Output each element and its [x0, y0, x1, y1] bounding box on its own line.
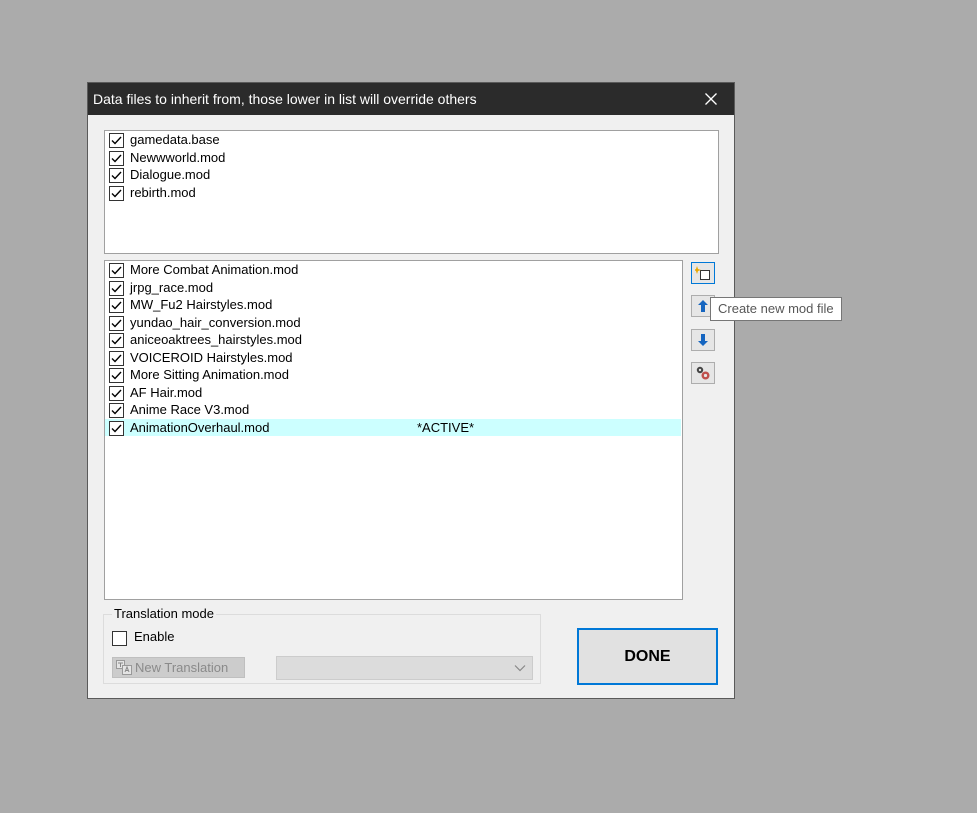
item-label: AF Hair.mod — [130, 384, 203, 400]
new-file-icon — [695, 266, 710, 280]
item-checkbox[interactable] — [109, 185, 124, 201]
list-item[interactable]: rebirth.mod — [105, 184, 718, 202]
done-button[interactable]: DONE — [577, 628, 718, 685]
language-select[interactable] — [276, 656, 533, 680]
list-item[interactable]: More Sitting Animation.mod — [105, 366, 682, 384]
list-item[interactable]: Dialogue.mod — [105, 166, 718, 184]
item-label: Anime Race V3.mod — [130, 402, 250, 417]
item-checkbox[interactable] — [109, 368, 124, 383]
close-button[interactable] — [688, 83, 734, 115]
new-translation-label: New Translation — [135, 660, 229, 675]
inherit-dialog: Data files to inherit from, those lower … — [87, 82, 842, 699]
item-label: Newwworld.mod — [130, 149, 226, 165]
item-label: yundao_hair_conversion.mod — [130, 314, 301, 330]
item-label: jrpg_race.mod — [130, 279, 214, 295]
item-checkbox[interactable] — [109, 350, 124, 366]
dialog-title: Data files to inherit from, those lower … — [93, 91, 477, 107]
item-label: More Combat Animation.mod — [130, 262, 299, 277]
item-label: More Sitting Animation.mod — [130, 367, 289, 382]
list-item[interactable]: More Combat Animation.mod — [105, 261, 682, 279]
translation-mode-title: Translation mode — [112, 606, 216, 621]
enable-checkbox[interactable] — [112, 631, 127, 646]
item-checkbox[interactable] — [109, 280, 124, 296]
item-label: gamedata.base — [130, 132, 220, 147]
move-down-button[interactable] — [691, 329, 715, 351]
item-checkbox[interactable] — [109, 420, 124, 436]
arrow-down-icon — [698, 334, 708, 346]
settings-gears-icon — [696, 366, 710, 380]
tooltip: Create new mod file — [710, 297, 842, 321]
item-checkbox[interactable] — [109, 133, 124, 148]
item-checkbox[interactable] — [109, 403, 124, 418]
item-checkbox[interactable] — [109, 385, 124, 401]
new-mod-file-button[interactable] — [691, 262, 715, 284]
chevron-down-icon — [514, 665, 526, 672]
item-label: AnimationOverhaul.mod — [130, 419, 270, 435]
enable-label[interactable]: Enable — [134, 629, 174, 644]
item-checkbox[interactable] — [109, 263, 124, 278]
item-label: aniceoaktrees_hairstyles.mod — [130, 332, 302, 347]
translation-mode-group: Translation mode Enable New Translation — [103, 606, 541, 684]
item-label: Dialogue.mod — [130, 167, 211, 182]
list-item[interactable]: yundao_hair_conversion.mod — [105, 314, 682, 332]
list-item[interactable]: AnimationOverhaul.mod *ACTIVE* — [105, 418, 681, 436]
arrow-up-icon — [698, 300, 708, 312]
item-label: MW_Fu2 Hairstyles.mod — [130, 297, 273, 312]
list-item[interactable]: VOICEROID Hairstyles.mod — [105, 349, 682, 367]
settings-button[interactable] — [691, 362, 715, 384]
list-item[interactable]: aniceoaktrees_hairstyles.mod — [105, 331, 682, 349]
new-translation-button[interactable]: New Translation — [112, 657, 245, 678]
titlebar: Data files to inherit from, those lower … — [88, 83, 734, 115]
mod-files-list[interactable]: More Combat Animation.mod jrpg_race.mod MW… — [104, 260, 683, 600]
base-files-list[interactable]: gamedata.base Newwworld.mod Dialogue.mod re… — [104, 130, 719, 254]
active-status: *ACTIVE* — [417, 419, 475, 435]
item-label: VOICEROID Hairstyles.mod — [130, 349, 293, 365]
list-item[interactable]: Newwworld.mod — [105, 149, 718, 167]
item-checkbox[interactable] — [109, 150, 124, 166]
item-label: rebirth.mod — [130, 184, 196, 200]
list-item[interactable]: jrpg_race.mod — [105, 279, 682, 297]
item-checkbox[interactable] — [109, 333, 124, 348]
close-icon — [705, 93, 717, 105]
translate-icon — [116, 660, 132, 675]
item-checkbox[interactable] — [109, 298, 124, 313]
list-item[interactable]: MW_Fu2 Hairstyles.mod — [105, 296, 682, 314]
item-checkbox[interactable] — [109, 168, 124, 183]
list-item[interactable]: AF Hair.mod — [105, 384, 682, 402]
item-checkbox[interactable] — [109, 315, 124, 331]
list-item[interactable]: gamedata.base — [105, 131, 718, 149]
list-item[interactable]: Anime Race V3.mod — [105, 401, 682, 419]
